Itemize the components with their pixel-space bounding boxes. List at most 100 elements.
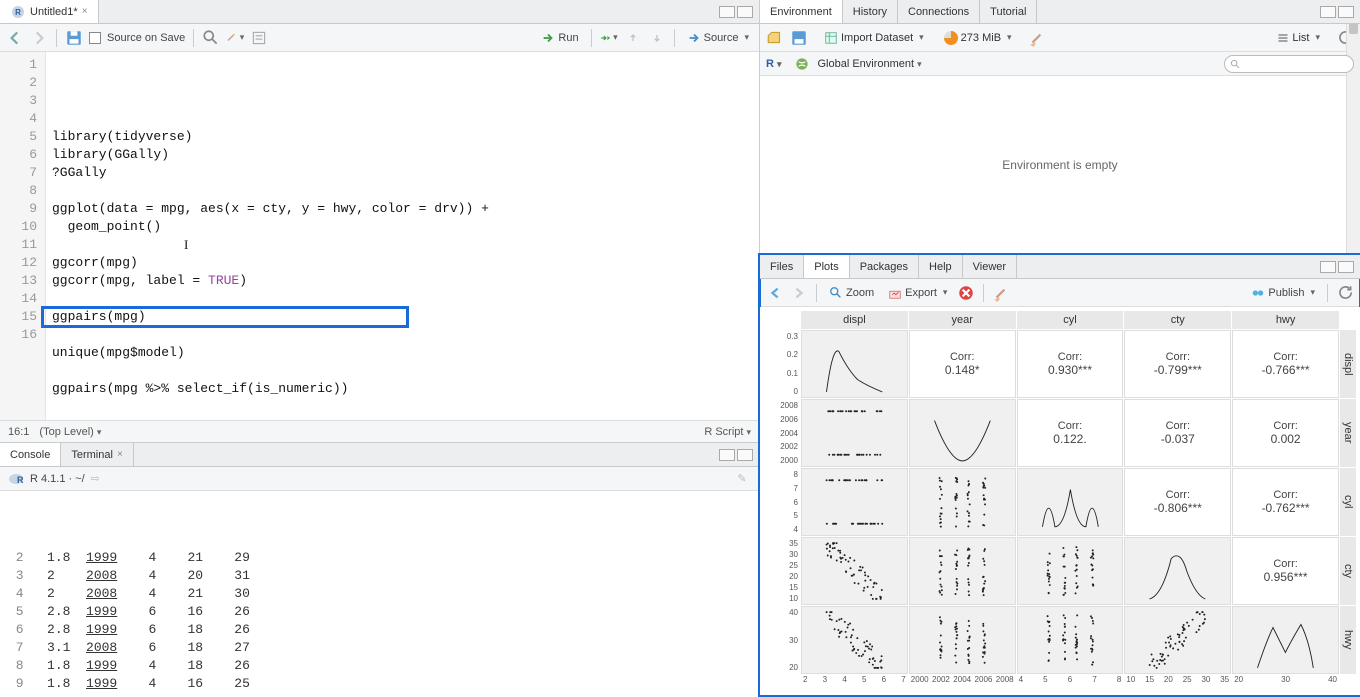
console-output[interactable]: 2 1.8 1999 4 21 29 3 2 2008 4 20 31 4 2 …	[0, 491, 759, 695]
plots-toolbar: Zoom Export Publish	[760, 279, 1360, 307]
import-dataset-button[interactable]: Import Dataset	[820, 29, 928, 47]
refresh-icon[interactable]	[1336, 284, 1354, 302]
knit-icon[interactable]	[250, 29, 268, 47]
broom-icon[interactable]	[1028, 29, 1046, 47]
tab-viewer[interactable]: Viewer	[963, 255, 1017, 278]
tab-history[interactable]: History	[843, 0, 898, 23]
maximize-icon[interactable]	[1338, 261, 1354, 273]
tab-files[interactable]: Files	[760, 255, 804, 278]
scatter-cell	[1017, 606, 1124, 674]
back-icon[interactable]	[6, 29, 24, 47]
row-header: displ	[1340, 330, 1356, 398]
tab-tutorial[interactable]: Tutorial	[980, 0, 1037, 23]
close-icon[interactable]: ×	[82, 6, 88, 17]
list-label: List	[1292, 32, 1309, 44]
env-empty-msg: Environment is empty	[760, 76, 1360, 254]
run-button[interactable]: Run	[537, 29, 582, 47]
forward-icon[interactable]	[30, 29, 48, 47]
pie-icon	[944, 31, 958, 45]
scatter-cell	[801, 606, 908, 674]
density-cell	[1232, 606, 1339, 674]
env-scope[interactable]: Global Environment	[817, 58, 921, 70]
tab-packages[interactable]: Packages	[850, 255, 919, 278]
corr-cell: Corr:-0.806***	[1124, 468, 1231, 536]
lang-selector[interactable]: R Script	[704, 426, 751, 438]
tab-plots[interactable]: Plots	[804, 255, 849, 278]
run-label: Run	[558, 32, 578, 44]
clear-console-icon[interactable]: ✎	[733, 470, 751, 488]
source-on-save-checkbox[interactable]	[89, 32, 101, 44]
search-icon	[1230, 59, 1241, 70]
plots-pane: Files Plots Packages Help Viewer Zoom Ex	[760, 255, 1360, 695]
load-icon[interactable]	[766, 29, 784, 47]
source-button[interactable]: Source	[683, 29, 753, 47]
code[interactable]: library(tidyverse)library(GGally)?GGally…	[46, 52, 759, 420]
maximize-icon[interactable]	[1338, 6, 1354, 18]
corr-cell: Corr:0.002	[1232, 399, 1339, 467]
svg-text:R: R	[15, 8, 21, 17]
view-mode-button[interactable]: List	[1273, 30, 1324, 46]
tab-help[interactable]: Help	[919, 255, 963, 278]
svg-text:R: R	[17, 475, 24, 485]
publish-button[interactable]: Publish	[1247, 284, 1319, 302]
row-header: cty	[1340, 537, 1356, 605]
pane-window-controls	[719, 0, 759, 23]
rerun-icon[interactable]	[600, 29, 618, 47]
minimize-icon[interactable]	[719, 449, 735, 461]
x-axis-ticks: 101520253035	[1124, 675, 1231, 691]
console-pane: Console Terminal× R R 4.1.1 · ~/ ⇨ ✎ 2 1…	[0, 443, 759, 695]
y-axis-ticks: 20082006200420022000	[764, 399, 800, 467]
density-cell	[909, 399, 1016, 467]
x-axis-ticks: 203040	[1232, 675, 1339, 691]
minimize-icon[interactable]	[1320, 6, 1336, 18]
source-btn-label: Source	[704, 32, 739, 44]
find-icon[interactable]	[202, 29, 220, 47]
text-cursor-icon: I	[184, 236, 188, 254]
tab-connections[interactable]: Connections	[898, 0, 980, 23]
minimize-icon[interactable]	[1320, 261, 1336, 273]
zoom-button[interactable]: Zoom	[825, 284, 878, 302]
down-icon[interactable]	[648, 29, 666, 47]
scatter-cell	[909, 468, 1016, 536]
export-label: Export	[905, 287, 937, 299]
remove-plot-icon[interactable]	[957, 284, 975, 302]
env-toolbar: Import Dataset 273 MiB List	[760, 24, 1360, 52]
scope-selector[interactable]: (Top Level)	[39, 426, 101, 438]
plot-canvas: displyearcylctyhwy0.30.20.10Corr:0.148*C…	[760, 307, 1360, 695]
corr-cell: Corr:-0.799***	[1124, 330, 1231, 398]
source-tab[interactable]: R Untitled1* ×	[0, 0, 99, 23]
memory-indicator[interactable]: 273 MiB	[940, 29, 1016, 47]
col-header: cty	[1124, 311, 1231, 329]
tab-environment[interactable]: Environment	[760, 0, 843, 23]
plots-tabbar: Files Plots Packages Help Viewer	[760, 255, 1360, 279]
tab-console[interactable]: Console	[0, 443, 61, 466]
minimize-icon[interactable]	[719, 6, 735, 18]
col-header: hwy	[1232, 311, 1339, 329]
save-icon[interactable]	[790, 29, 808, 47]
maximize-icon[interactable]	[737, 449, 753, 461]
wand-icon[interactable]	[226, 29, 244, 47]
density-cell	[1017, 468, 1124, 536]
source-tab-title: Untitled1*	[30, 6, 78, 18]
source-tabbar: R Untitled1* ×	[0, 0, 759, 24]
editor[interactable]: 12345678910111213141516 library(tidyvers…	[0, 52, 759, 420]
clear-plots-icon[interactable]	[992, 284, 1010, 302]
source-statusbar: 16:1 (Top Level) R Script	[0, 420, 759, 442]
zoom-label: Zoom	[846, 287, 874, 299]
density-cell	[801, 330, 908, 398]
goto-wd-icon[interactable]: ⇨	[91, 472, 100, 485]
globe-icon	[793, 55, 811, 73]
maximize-icon[interactable]	[737, 6, 753, 18]
tab-terminal[interactable]: Terminal×	[61, 443, 133, 466]
gutter: 12345678910111213141516	[0, 52, 46, 420]
next-plot-icon[interactable]	[790, 284, 808, 302]
up-icon[interactable]	[624, 29, 642, 47]
export-button[interactable]: Export	[884, 284, 951, 302]
environment-pane: Environment History Connections Tutorial…	[760, 0, 1360, 255]
env-search[interactable]	[1224, 55, 1354, 73]
scatter-cell	[1017, 537, 1124, 605]
prev-plot-icon[interactable]	[766, 284, 784, 302]
save-icon[interactable]	[65, 29, 83, 47]
close-icon[interactable]: ×	[117, 449, 123, 460]
lang-scope[interactable]: R	[766, 58, 781, 70]
